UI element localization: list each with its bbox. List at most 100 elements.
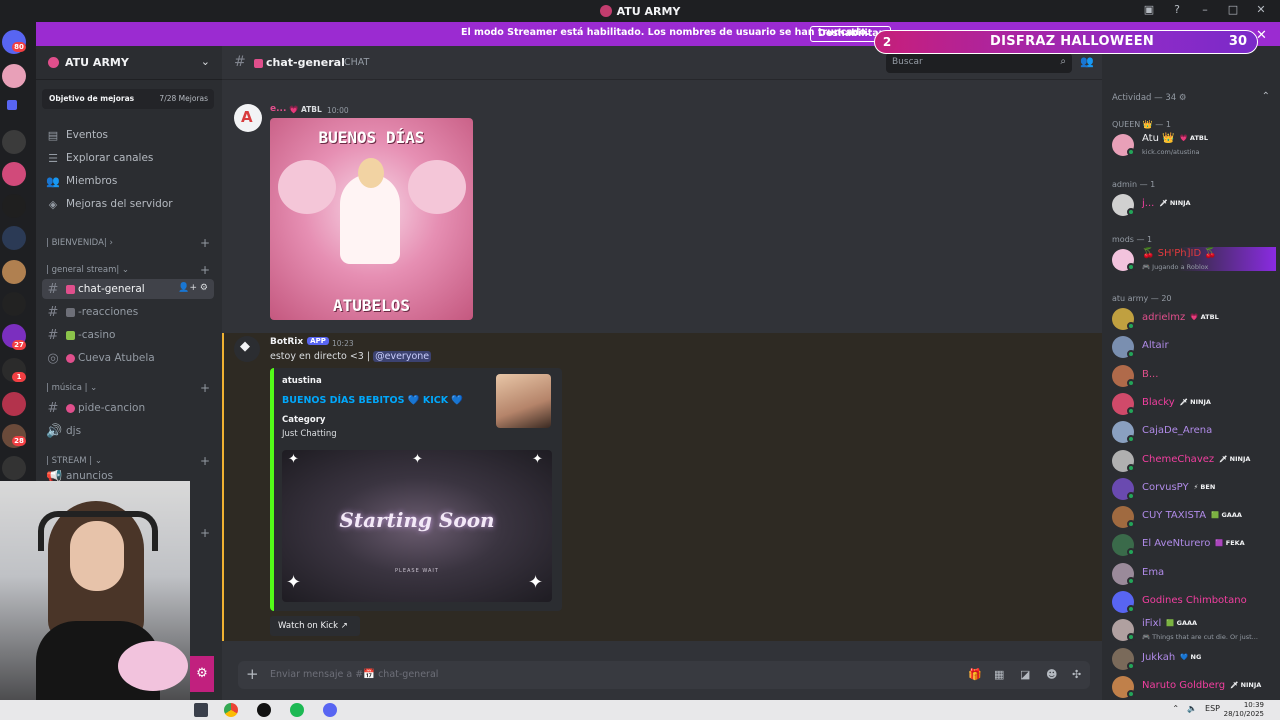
member-activity: 🎮 Jugando a Roblox — [1142, 263, 1209, 271]
avatar[interactable]: A — [234, 104, 262, 132]
volume-icon[interactable]: 🔈 — [1187, 704, 1197, 713]
member-list: Actividad — 34 ⚙ ⌃ QUEEN 👑 — 1 Atu 👑 💗 ATB… — [1102, 46, 1280, 700]
member-row[interactable]: adrielmz 💗 ATBL — [1112, 306, 1276, 330]
add-channel-icon[interactable]: + — [200, 454, 210, 468]
member-name: iFixl 🟩 GAAA — [1142, 618, 1197, 629]
server-icon[interactable] — [2, 194, 26, 218]
chevron-up-icon[interactable]: ⌃ — [1172, 704, 1179, 713]
member-list-icon[interactable]: 👥 — [1080, 55, 1094, 69]
folder-icon[interactable] — [7, 100, 17, 110]
channel-cueva-atubela[interactable]: ◎ Cueva Atubela — [42, 348, 214, 368]
server-icon[interactable] — [2, 292, 26, 316]
server-icon[interactable] — [2, 162, 26, 186]
channel-settings-icon[interactable]: 👤+ ⚙ — [178, 283, 208, 293]
boost-goal[interactable]: Objetivo de mejoras 7/28 Mejoras — [42, 89, 214, 109]
server-header[interactable]: ATU ARMY ⌄ — [36, 46, 222, 80]
emoji-icon[interactable]: ☻ — [1046, 668, 1057, 681]
maximize-icon[interactable]: □ — [1226, 3, 1240, 16]
flower-emoji-icon — [66, 353, 75, 363]
add-channel-icon[interactable]: + — [200, 526, 210, 540]
member-row[interactable]: CUY TAXISTA 🟩 GAAA — [1112, 504, 1276, 529]
category-musica[interactable]: | música | ⌄ + — [46, 381, 214, 399]
hash-icon: # — [47, 327, 59, 343]
language-indicator[interactable]: ESP — [1205, 704, 1220, 713]
message-input[interactable]: Enviar mensaje a #📅 chat-general — [270, 669, 438, 680]
server-icon[interactable] — [2, 64, 26, 88]
member-row[interactable]: CorvusPY ⚡ BEN — [1112, 476, 1276, 500]
server-icon[interactable] — [2, 392, 26, 416]
member-row[interactable]: ChemeChavez 🗡 NINJA — [1112, 448, 1276, 472]
app-badge: APP — [307, 337, 329, 345]
server-icon[interactable] — [2, 260, 26, 284]
nav-label: Miembros — [66, 175, 118, 187]
window-title: ATU ARMY — [616, 4, 681, 18]
embed-image[interactable]: ✦ ✦ ✦ ✦ ✦ Starting Soon PLEASE WAIT — [282, 450, 552, 602]
member-row[interactable]: B... — [1112, 363, 1276, 387]
close-window-icon[interactable]: ✕ — [1254, 3, 1268, 16]
member-row[interactable]: Naruto Goldberg 🗡 NINJA — [1112, 674, 1276, 698]
category-bienvenida[interactable]: | BIENVENIDA| › + — [46, 236, 214, 254]
member-name-text: adrielmz — [1142, 312, 1186, 323]
server-badge: 28 — [12, 436, 26, 446]
member-row[interactable]: Ema — [1112, 561, 1276, 585]
server-icon[interactable] — [2, 226, 26, 250]
nav-browse-channels[interactable]: ☰ Explorar canales — [46, 148, 214, 168]
sticker-icon[interactable]: ◪ — [1020, 668, 1030, 681]
member-row[interactable]: CajaDe_Arena — [1112, 419, 1276, 444]
add-channel-icon[interactable]: + — [200, 236, 210, 250]
member-row[interactable]: iFixl 🟩 GAAA 🎮 Things that are cut die. Or… — [1112, 617, 1276, 642]
watch-on-kick-button[interactable]: Watch on Kick ↗ — [270, 616, 360, 636]
channel-pide-cancion[interactable]: # pide-cancion — [42, 398, 214, 418]
gif-image[interactable]: BUENOS DÍAS ATUBELOS — [270, 118, 473, 320]
search-input[interactable]: Buscar ⌕ — [886, 53, 1072, 73]
nav-members[interactable]: 👥 Miembros — [46, 171, 214, 191]
add-channel-icon[interactable]: + — [200, 263, 210, 277]
channel-casino[interactable]: # -casino — [42, 325, 214, 345]
member-name: Jukkah 💙 NG — [1142, 652, 1201, 663]
member-row[interactable]: Blacky 🗡 NINJA — [1112, 391, 1276, 415]
channel-reacciones[interactable]: # -reacciones — [42, 302, 214, 322]
member-row[interactable]: Altair — [1112, 334, 1276, 359]
gear-icon[interactable]: ⚙ — [190, 656, 214, 692]
channel-chat-general[interactable]: # chat-general 👤+ ⚙ — [42, 279, 214, 299]
chevron-up-icon[interactable]: ⌃ — [1262, 91, 1270, 102]
embed-thumbnail[interactable] — [496, 374, 551, 428]
stage-icon: ◎ — [47, 350, 59, 366]
member-name-text: Blacky — [1142, 396, 1175, 408]
member-row[interactable]: El AveNturero 🟪 FEKA — [1112, 532, 1276, 557]
gif-icon[interactable]: ▦ — [994, 668, 1004, 681]
gift-icon[interactable]: 🎁 — [968, 668, 982, 681]
member-row[interactable]: j... 🗡 NINJA — [1112, 192, 1276, 216]
minimize-icon[interactable]: – — [1198, 3, 1212, 16]
nav-server-boost[interactable]: ◈ Mejoras del servidor — [46, 194, 214, 214]
member-row[interactable]: Jukkah 💙 NG — [1112, 646, 1276, 670]
help-icon[interactable]: ? — [1170, 3, 1184, 16]
embed-title[interactable]: BUENOS DÍAS BEBITOS 💙 KICK 💙 — [282, 395, 463, 406]
close-icon[interactable]: ✕ — [1256, 28, 1267, 43]
apps-icon[interactable]: ✣ — [1072, 668, 1081, 681]
member-row[interactable]: 🍒 SH'Ph]ID 🍒 🎮 Jugando a Roblox — [1112, 247, 1276, 271]
inbox-icon[interactable]: ▣ — [1142, 3, 1156, 16]
member-row[interactable]: Atu 👑 💗 ATBL kick.com/atustina — [1112, 132, 1276, 156]
server-icon[interactable] — [2, 456, 26, 480]
chrome-icon[interactable] — [224, 703, 238, 717]
add-channel-icon[interactable]: + — [200, 381, 210, 395]
channel-label: djs — [66, 425, 82, 437]
member-name-text: CajaDe_Arena — [1142, 425, 1213, 437]
bot-avatar[interactable]: ◆ — [234, 336, 260, 362]
message-author[interactable]: e... — [270, 104, 286, 114]
add-attachment-icon[interactable]: + — [246, 665, 259, 683]
clock[interactable]: 10:39 28/10/2025 — [1224, 701, 1264, 719]
spotify-icon[interactable] — [290, 703, 304, 717]
chat-area: # chat-general CHAT ⚯ 🔕 📌 👥 A e... 💗 ATB… — [222, 46, 1102, 700]
server-icon[interactable] — [2, 130, 26, 154]
search-icon[interactable] — [194, 703, 208, 717]
embed-author[interactable]: atustina — [282, 376, 322, 386]
channel-djs[interactable]: 🔊 djs — [42, 421, 214, 441]
message-author[interactable]: BotRix APP — [270, 337, 329, 347]
nav-events[interactable]: ▤ Eventos — [46, 125, 214, 145]
discord-icon[interactable] — [323, 703, 337, 717]
member-row[interactable]: Godines Chimbotano — [1112, 589, 1276, 613]
app-icon[interactable] — [257, 703, 271, 717]
everyone-mention[interactable]: @everyone — [373, 351, 432, 362]
